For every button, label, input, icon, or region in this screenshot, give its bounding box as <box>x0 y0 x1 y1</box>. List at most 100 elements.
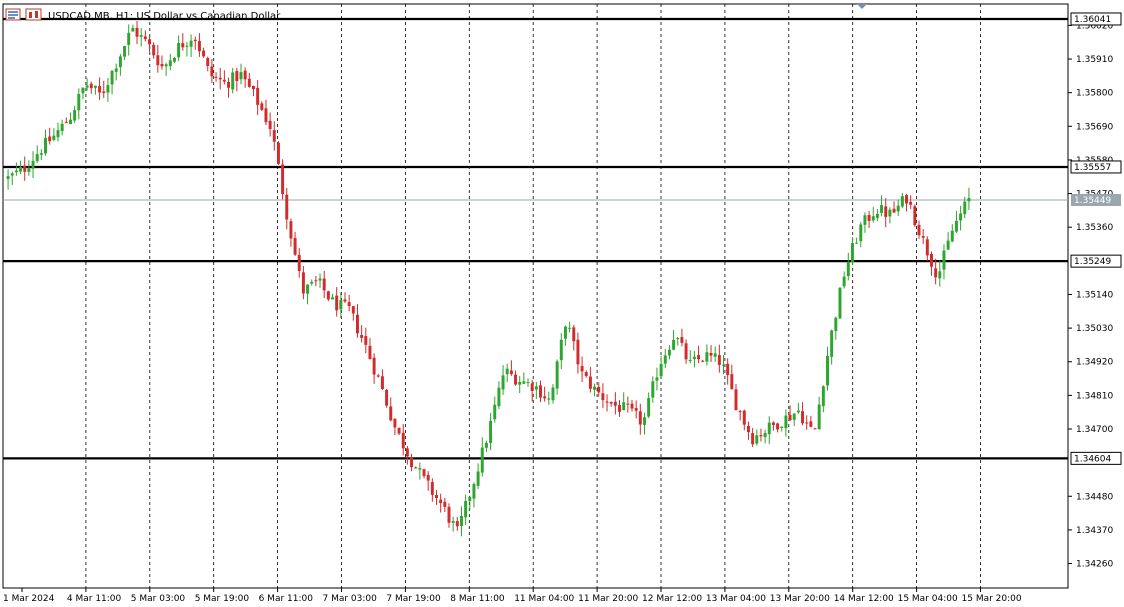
candle-body <box>755 435 759 444</box>
candle-body <box>701 360 705 362</box>
candle-body <box>93 85 97 88</box>
candle-body <box>260 103 264 110</box>
candle-body <box>938 271 942 279</box>
candle-body <box>372 357 376 375</box>
candle-body <box>268 120 272 130</box>
candle-body <box>913 206 917 226</box>
candle-body <box>81 87 85 94</box>
candle-body <box>476 471 480 486</box>
candle <box>838 287 842 319</box>
chart-window[interactable]: 1 Mar 2024 4 Mar 11:00 5 Mar 03:00 5 Mar 19… <box>0 0 1124 607</box>
candle-body <box>281 164 285 195</box>
candle-body <box>276 142 280 164</box>
candle-body <box>368 345 372 359</box>
candle-body <box>231 72 235 90</box>
candle-body <box>52 135 56 140</box>
candle-body <box>738 411 742 413</box>
candle-body <box>376 375 380 377</box>
candle-body <box>643 417 646 425</box>
chart-type-icon[interactable] <box>5 8 21 21</box>
candle-body <box>459 516 463 527</box>
candle-body <box>801 411 805 424</box>
candle-body <box>380 376 384 390</box>
candle-body <box>48 136 52 142</box>
x-tick-label: 15 Mar 20:00 <box>962 594 1022 604</box>
candle-body <box>351 306 355 314</box>
candle-body <box>135 27 139 37</box>
current-price-label: 1.35449 <box>1074 196 1111 206</box>
candle-body <box>522 381 526 384</box>
candle-body <box>530 383 534 391</box>
candle-body <box>771 422 775 425</box>
candle-body <box>156 55 160 66</box>
candle-body <box>152 44 156 56</box>
candle <box>276 141 280 165</box>
y-tick-label: 1.34260 <box>1076 560 1113 570</box>
candle-body <box>331 297 334 300</box>
candle-body <box>389 406 393 421</box>
candle-body <box>397 427 401 434</box>
candle-body <box>680 337 684 343</box>
candle-body <box>543 396 547 399</box>
candle-body <box>846 261 850 277</box>
candle-body <box>709 352 713 356</box>
x-tick-label: 13 Mar 04:00 <box>706 594 766 604</box>
x-tick-label: 5 Mar 19:00 <box>195 594 250 604</box>
candle-body <box>193 39 197 42</box>
candle-body <box>455 521 459 527</box>
candle-body <box>672 339 676 350</box>
candle-body <box>218 77 222 80</box>
candle-body <box>243 70 247 80</box>
candle-body <box>655 377 659 381</box>
candle-body <box>884 206 888 217</box>
candle-body <box>148 39 151 45</box>
y-tick-label: 1.35690 <box>1076 122 1113 132</box>
candle-body <box>318 278 322 281</box>
candle-body <box>98 86 102 93</box>
candle-body <box>584 372 588 376</box>
x-tick-label: 12 Mar 12:00 <box>642 594 702 604</box>
candle-body <box>647 398 651 417</box>
candle-body <box>27 168 31 172</box>
candle-body <box>335 295 339 311</box>
y-tick-label: 1.34480 <box>1076 492 1113 502</box>
price-chart[interactable]: 1 Mar 2024 4 Mar 11:00 5 Mar 03:00 5 Mar 19… <box>0 0 1124 607</box>
candle-body <box>705 352 709 362</box>
x-tick-label: 7 Mar 03:00 <box>323 594 378 604</box>
y-tick-label: 1.34370 <box>1076 526 1113 536</box>
candle-body <box>426 474 430 481</box>
indicator-icon[interactable] <box>25 8 42 21</box>
candle-body <box>900 196 904 207</box>
candle-body <box>393 418 397 428</box>
candle-body <box>181 43 185 48</box>
candle-body <box>967 198 971 202</box>
candle-body <box>609 401 613 404</box>
candle-body <box>422 469 426 476</box>
candle-body <box>950 230 954 242</box>
y-tick-label: 1.35910 <box>1076 55 1113 65</box>
candle-body <box>896 205 900 212</box>
candle-body <box>60 123 64 132</box>
candle <box>281 159 285 200</box>
candle-body <box>385 389 389 406</box>
candle-body <box>214 76 218 78</box>
candle-body <box>946 240 950 250</box>
candle-body <box>622 402 626 411</box>
candle-body <box>722 364 725 366</box>
candle-body <box>509 370 513 375</box>
candle <box>813 428 817 430</box>
candle-body <box>871 216 875 221</box>
candle-body <box>489 420 493 443</box>
candle-body <box>110 70 114 85</box>
candle-body <box>493 404 497 420</box>
candle-body <box>405 448 409 457</box>
candle-body <box>667 349 671 356</box>
candle-body <box>817 404 821 430</box>
x-tick-label: 1 Mar 2024 <box>3 594 55 604</box>
candle-body <box>925 239 929 256</box>
candle-body <box>439 499 443 504</box>
candle-body <box>759 434 763 437</box>
candle-body <box>813 428 817 430</box>
candle-body <box>435 495 438 498</box>
x-tick-label: 8 Mar 11:00 <box>450 594 505 604</box>
